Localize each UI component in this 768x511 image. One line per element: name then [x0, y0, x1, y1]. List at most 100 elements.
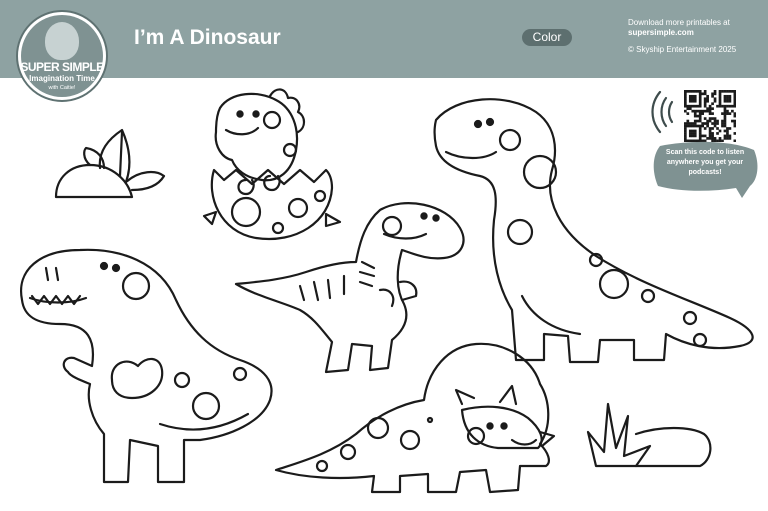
qr-cell [684, 127, 687, 130]
qr-cell [721, 124, 724, 128]
qr-cell [703, 92, 707, 96]
qr-cell [731, 104, 734, 108]
qr-cell [733, 112, 736, 115]
qr-cell [688, 107, 692, 111]
qr-cell [706, 94, 709, 98]
qr-cell [716, 104, 719, 108]
qr-cell [713, 97, 717, 101]
qr-code[interactable] [684, 90, 736, 142]
qr-cell [696, 109, 700, 113]
qr-cell [713, 99, 717, 103]
qr-cell [684, 122, 687, 125]
qr-cell [716, 127, 719, 130]
qr-cell [733, 92, 736, 96]
qr-cell [716, 132, 719, 135]
qr-cell [733, 102, 736, 106]
qr-cell [711, 94, 714, 98]
coloring-artwork [19, 88, 754, 494]
qr-cell [728, 112, 732, 115]
qr-cell [703, 134, 707, 138]
qr-cell [708, 117, 712, 120]
qr-cell [686, 119, 690, 123]
qr-cell [718, 94, 722, 98]
qr-cell [691, 122, 695, 125]
qr-cell [693, 99, 697, 103]
qr-cell [711, 132, 714, 135]
qr-cell [698, 112, 702, 115]
qr-cell [708, 119, 712, 123]
qr-cell [691, 134, 695, 138]
qr-cell [733, 104, 736, 108]
qr-cell [684, 102, 687, 106]
qr-cell [693, 112, 697, 115]
qr-cell [698, 119, 702, 123]
qr-cell [693, 124, 697, 128]
qr-cell [698, 99, 702, 103]
qr-cell [684, 134, 687, 138]
qr-cell [733, 94, 736, 98]
qr-cell [701, 112, 705, 115]
qr-cell [726, 129, 729, 133]
qr-cell [733, 90, 736, 93]
qr-cell [698, 94, 702, 98]
qr-cell [718, 92, 722, 96]
qr-cell [701, 109, 705, 113]
qr-cell [723, 119, 727, 123]
qr-cell [713, 124, 717, 128]
qr-cell [691, 97, 695, 101]
qr-cell [726, 99, 729, 103]
qr-cell [684, 94, 687, 98]
qr-cell [718, 97, 722, 101]
qr-cell [688, 122, 692, 125]
qr-cell [718, 90, 722, 93]
qr-cell [706, 107, 709, 111]
qr-cell [728, 97, 732, 101]
qr-cell [701, 92, 705, 96]
qr-cell [686, 124, 690, 128]
grass-tuft [586, 402, 712, 468]
qr-cell [723, 112, 727, 115]
qr-cell [721, 119, 724, 123]
qr-cell [728, 127, 732, 130]
qr-cell [711, 112, 714, 115]
qr-cell [713, 90, 717, 93]
qr-cell [711, 122, 714, 125]
qr-cell [693, 90, 697, 93]
qr-cell [693, 134, 697, 138]
qr-cell [711, 134, 714, 138]
qr-cell [701, 134, 705, 138]
qr-cell [693, 97, 697, 101]
qr-cell [733, 132, 736, 135]
qr-cell [703, 97, 707, 101]
qr-cell [688, 90, 692, 93]
qr-cell [726, 97, 729, 101]
qr-cell [713, 92, 717, 96]
qr-cell [708, 132, 712, 135]
qr-cell [688, 134, 692, 138]
qr-cell [713, 122, 717, 125]
qr-cell [686, 104, 690, 108]
qr-cell [684, 132, 687, 135]
sound-waves-icon [651, 90, 674, 134]
qr-cell [686, 112, 690, 115]
qr-cell [706, 124, 709, 128]
qr-cell [723, 129, 727, 133]
qr-cell [684, 99, 687, 103]
qr-cell [728, 99, 732, 103]
qr-cell [684, 124, 687, 128]
qr-cell [726, 132, 729, 135]
qr-cell [696, 119, 700, 123]
qr-cell [726, 104, 729, 108]
qr-cell [721, 104, 724, 108]
qr-cell [706, 99, 709, 103]
leafy-plant [54, 128, 166, 199]
qr-cell [733, 124, 736, 128]
qr-cell [698, 132, 702, 135]
qr-cell [723, 117, 727, 120]
qr-cell [693, 109, 697, 113]
qr-cell [686, 90, 690, 93]
qr-cell [684, 90, 687, 93]
qr-cell [698, 114, 702, 118]
qr-cell [693, 119, 697, 123]
qr-cell [718, 102, 722, 106]
